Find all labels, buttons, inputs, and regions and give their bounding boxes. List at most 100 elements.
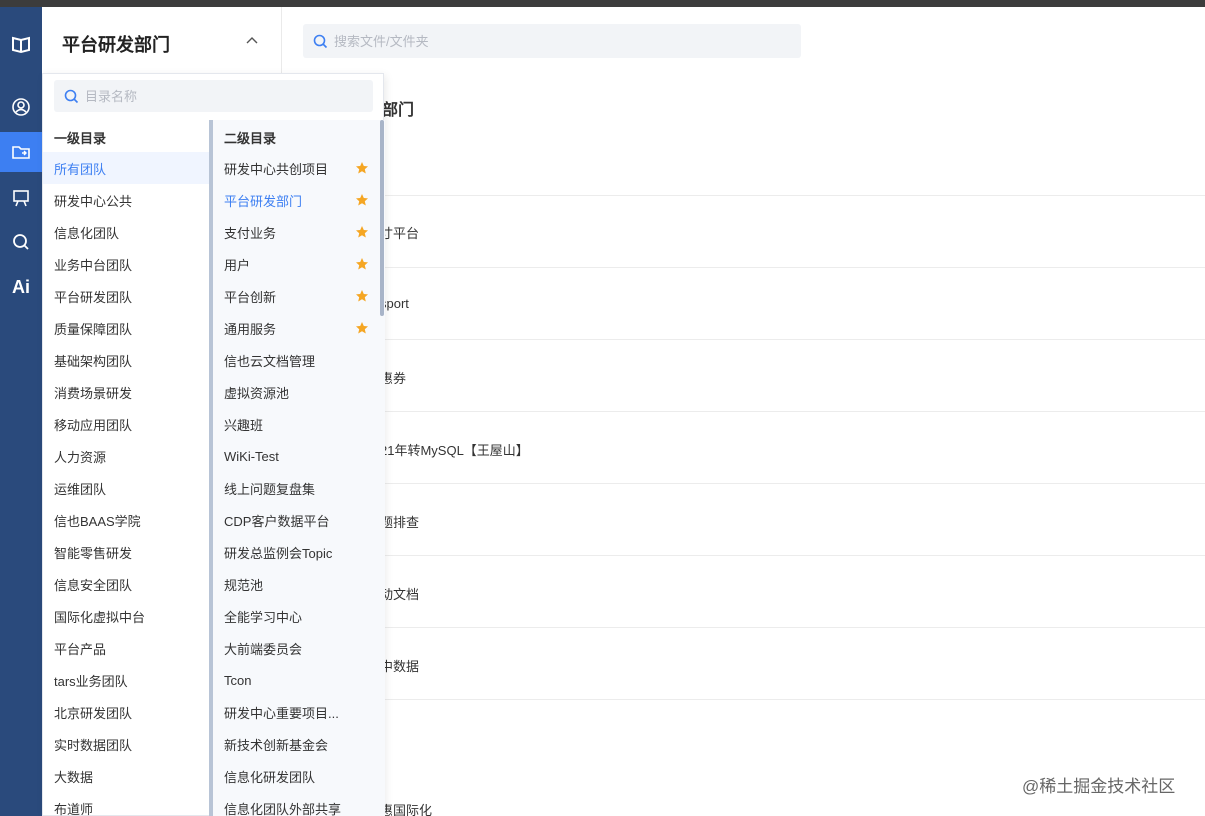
level1-item[interactable]: 布道师 xyxy=(43,792,209,816)
level1-item[interactable]: 信息化团队 xyxy=(43,216,209,248)
level2-item[interactable]: 研发中心共创项目 xyxy=(209,152,385,184)
star-icon[interactable] xyxy=(355,161,369,175)
level1-item[interactable]: 智能零售研发 xyxy=(43,536,209,568)
level1-item[interactable]: tars业务团队 xyxy=(43,664,209,696)
level2-item[interactable]: 线上问题复盘集 xyxy=(209,472,385,504)
level2-item[interactable]: 兴趣班 xyxy=(209,408,385,440)
level1-column: 一级目录 所有团队 研发中心公共 信息化团队 业务中台团队 平台研发团队 质量保障团队 基础… xyxy=(43,120,209,816)
level1-item[interactable]: 研发中心公共 xyxy=(43,184,209,216)
level1-item[interactable]: 移动应用团队 xyxy=(43,408,209,440)
level1-item[interactable]: 消费场景研发 xyxy=(43,376,209,408)
level2-item[interactable]: CDP客户数据平台 xyxy=(209,504,385,536)
list-item[interactable]: 寸平台 xyxy=(380,70,1205,241)
file-search-bar[interactable] xyxy=(303,24,801,58)
level2-item[interactable]: 平台研发部门 xyxy=(209,184,385,216)
level2-item[interactable]: 全能学习中心 xyxy=(209,600,385,632)
level1-item[interactable]: 北京研发团队 xyxy=(43,696,209,728)
level2-item[interactable]: 信也云文档管理 xyxy=(209,344,385,376)
search-icon[interactable] xyxy=(0,222,42,262)
level1-item[interactable]: 信息安全团队 xyxy=(43,568,209,600)
level2-item-label: 兴趣班 xyxy=(224,417,264,433)
level2-item[interactable]: 虚拟资源池 xyxy=(209,376,385,408)
folder-icon[interactable] xyxy=(0,132,42,172)
level1-item[interactable]: 运维团队 xyxy=(43,472,209,504)
level2-item[interactable]: 大前端委员会 xyxy=(209,632,385,664)
level1-item[interactable]: 平台研发团队 xyxy=(43,280,209,312)
level2-item[interactable]: 用户 xyxy=(209,248,385,280)
list-item[interactable]: 中数据 xyxy=(380,556,1205,674)
list-item[interactable] xyxy=(380,628,1205,700)
window-top-bar xyxy=(0,0,1205,7)
level1-item[interactable]: 质量保障团队 xyxy=(43,312,209,344)
left-rail: Ai xyxy=(0,7,42,816)
star-icon[interactable] xyxy=(355,225,369,239)
list-item[interactable]: 惠券 xyxy=(380,268,1205,386)
level2-item[interactable]: 研发总监例会Topic xyxy=(209,536,385,568)
level2-item[interactable]: 研发中心重要项目... xyxy=(209,696,385,728)
ai-icon[interactable]: Ai xyxy=(0,267,42,307)
star-icon[interactable] xyxy=(355,193,369,207)
directory-search-input[interactable] xyxy=(85,88,355,104)
level2-heading: 二级目录 xyxy=(224,131,277,146)
level2-item-label: 线上问题复盘集 xyxy=(224,481,316,497)
search-icon xyxy=(64,89,79,103)
list-item[interactable]: 21年转MySQL【王屋山】 xyxy=(380,340,1205,458)
level2-item[interactable]: 规范池 xyxy=(209,568,385,600)
list-item[interactable]: 动文档 xyxy=(380,484,1205,602)
level2-item[interactable]: 信息化研发团队 xyxy=(209,760,385,792)
level2-item-label: 规范池 xyxy=(224,577,264,593)
list-item[interactable]: 题排查 xyxy=(380,412,1205,530)
level2-item-label: 平台研发部门 xyxy=(224,193,303,209)
directory-search-bar[interactable] xyxy=(54,80,373,112)
list-item[interactable]: sport xyxy=(380,196,1205,311)
level2-item[interactable]: 信息化团队外部共享 xyxy=(209,792,385,816)
level1-item[interactable]: 实时数据团队 xyxy=(43,728,209,760)
level1-item[interactable]: 信也BAAS学院 xyxy=(43,504,209,536)
level2-item-label: 研发中心重要项目... xyxy=(224,705,339,721)
star-icon[interactable] xyxy=(355,289,369,303)
level1-item[interactable]: 大数据 xyxy=(43,760,209,792)
level2-item-label: 平台创新 xyxy=(224,289,277,305)
level2-item-label: 研发总监例会Topic xyxy=(224,545,333,561)
level2-item[interactable]: Tcon xyxy=(209,664,385,696)
star-icon[interactable] xyxy=(355,257,369,271)
level2-item[interactable]: 新技术创新基金会 xyxy=(209,728,385,760)
file-search-input[interactable] xyxy=(334,33,774,49)
level2-item-label: Tcon xyxy=(224,672,252,688)
book-logo-icon[interactable] xyxy=(0,24,42,64)
level2-item-label: 研发中心共创项目 xyxy=(224,161,329,177)
level2-item[interactable]: WiKi-Test xyxy=(209,440,385,472)
directory-header[interactable]: 平台研发部门 xyxy=(42,7,282,73)
level2-item-label: 全能学习中心 xyxy=(224,609,303,625)
level2-column: 二级目录 研发中心共创项目 平台研发部门 支付业务用户平台创新通用服务信也云文档管理… xyxy=(209,120,385,816)
search-icon xyxy=(313,34,328,48)
level1-item[interactable]: 平台产品 xyxy=(43,632,209,664)
level2-item[interactable]: 平台创新 xyxy=(209,280,385,312)
level2-item-label: 大前端委员会 xyxy=(224,641,303,657)
level2-item[interactable]: 支付业务 xyxy=(209,216,385,248)
level1-item[interactable]: 基础架构团队 xyxy=(43,344,209,376)
department-title: 平台研发部门 xyxy=(62,35,170,55)
list-item[interactable]: 惠国际化 xyxy=(380,700,1205,816)
level1-item[interactable]: 所有团队 xyxy=(43,152,209,184)
level2-item-label: 信息化团队外部共享 xyxy=(224,801,342,816)
scrollbar-thumb[interactable] xyxy=(380,120,384,316)
star-icon[interactable] xyxy=(355,321,369,335)
level1-item[interactable]: 人力资源 xyxy=(43,440,209,472)
level2-item-label: 新技术创新基金会 xyxy=(224,737,329,753)
level2-item[interactable]: 通用服务 xyxy=(209,312,385,344)
level2-item-label: WiKi-Test xyxy=(224,448,279,464)
level2-item-label: 支付业务 xyxy=(224,225,277,241)
presentation-icon[interactable] xyxy=(0,178,42,218)
level1-heading: 一级目录 xyxy=(54,131,107,146)
level2-item-label: 信也云文档管理 xyxy=(224,353,316,369)
user-icon[interactable] xyxy=(0,87,42,127)
level2-item-label: 通用服务 xyxy=(224,321,277,337)
level1-item[interactable]: 国际化虚拟中台 xyxy=(43,600,209,632)
level1-item[interactable]: 业务中台团队 xyxy=(43,248,209,280)
chevron-up-icon[interactable] xyxy=(245,34,259,48)
level2-item-label: 虚拟资源池 xyxy=(224,385,290,401)
level2-item-label: 用户 xyxy=(224,257,251,273)
watermark-text: @稀土掘金技术社区 xyxy=(1022,777,1176,796)
level2-item-label: CDP客户数据平台 xyxy=(224,513,330,529)
